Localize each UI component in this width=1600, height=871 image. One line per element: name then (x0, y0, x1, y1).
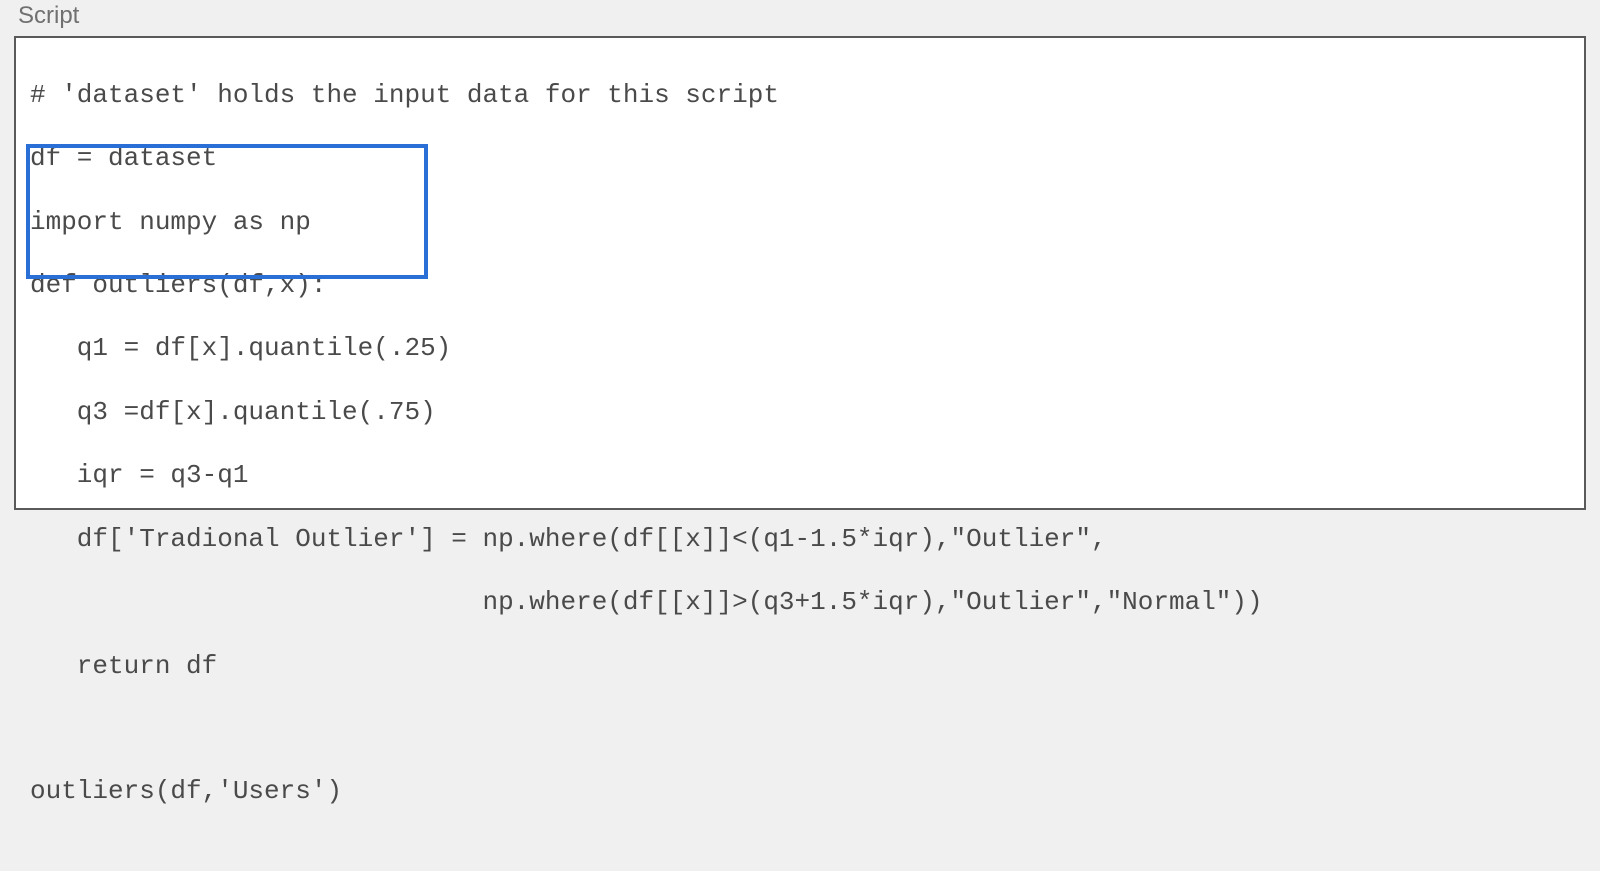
code-line: df['Tradional Outlier'] = np.where(df[[x… (30, 524, 1570, 556)
code-line: return df (30, 651, 1570, 683)
code-line: # 'dataset' holds the input data for thi… (30, 80, 1570, 112)
script-code-block[interactable]: # 'dataset' holds the input data for thi… (30, 48, 1570, 871)
script-editor[interactable]: # 'dataset' holds the input data for thi… (14, 36, 1586, 510)
code-line: q3 =df[x].quantile(.75) (30, 397, 1570, 429)
code-line: iqr = q3-q1 (30, 460, 1570, 492)
code-line: np.where(df[[x]]>(q3+1.5*iqr),"Outlier",… (30, 587, 1570, 619)
code-line: outliers(df,'Users') (30, 776, 1570, 808)
code-line: def outliers(df,x): (30, 270, 1570, 302)
code-line (30, 714, 1570, 744)
code-line: df = dataset (30, 143, 1570, 175)
section-title: Script (0, 0, 1600, 36)
code-line: import numpy as np (30, 207, 1570, 239)
code-line: q1 = df[x].quantile(.25) (30, 333, 1570, 365)
